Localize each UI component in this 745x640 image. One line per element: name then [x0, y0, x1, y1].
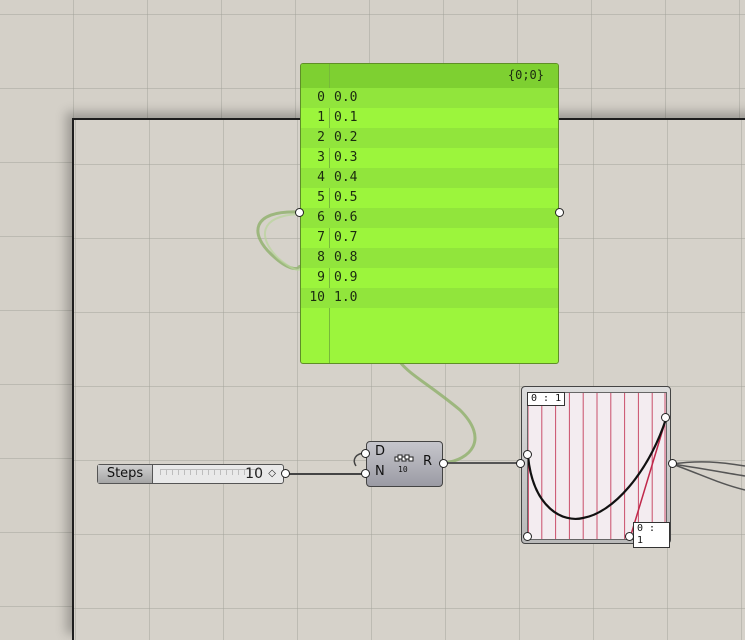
panel-row-index: 2 [317, 130, 325, 145]
panel-header[interactable]: {0;0} [301, 64, 558, 88]
panel-row-value: 0.4 [334, 170, 358, 185]
graph-input-grip[interactable] [516, 459, 525, 468]
range-input-d-label: D [375, 444, 386, 459]
panel-row-value: 0.8 [334, 250, 358, 265]
range-icon: 10 [394, 454, 414, 474]
graph-control-point-2[interactable] [625, 532, 634, 541]
panel-input-grip[interactable] [295, 208, 304, 217]
graph-output-grip[interactable] [668, 459, 677, 468]
panel-row: 7 0.7 [301, 228, 558, 248]
panel-row-index: 3 [317, 150, 325, 165]
panel-row-value: 0.9 [334, 270, 358, 285]
panel-row-value: 0.1 [334, 110, 358, 125]
panel-path-label: {0;0} [507, 68, 544, 82]
panel-row-value: 0.0 [334, 90, 358, 105]
panel-row: 5 0.5 [301, 188, 558, 208]
slider-diamond-icon[interactable]: ◇ [268, 465, 276, 483]
slider-value: 10 [245, 466, 263, 482]
panel-row-value: 0.6 [334, 210, 358, 225]
panel-row: 0 0.0 [301, 88, 558, 108]
graph-curve-svg [528, 393, 666, 539]
range-input-d-grip[interactable] [361, 449, 370, 458]
panel-row-value: 0.5 [334, 190, 358, 205]
graph-control-point-start[interactable] [523, 532, 532, 541]
panel-rows: 0 0.0 1 0.1 2 0.2 3 0.3 4 0.4 5 0.5 6 0.6 7 0.7 8 0.8 9 0.9… [301, 88, 558, 308]
panel-row-index: 7 [317, 230, 325, 245]
graph-domain-top-tag: 0 : 1 [527, 392, 566, 406]
range-output-r-label: R [422, 454, 432, 469]
panel-row: 6 0.6 [301, 208, 558, 228]
panel-row-index: 1 [317, 110, 325, 125]
panel-row-index: 6 [317, 210, 325, 225]
panel-row-value: 0.7 [334, 230, 358, 245]
range-input-n-label: N [375, 464, 385, 479]
panel-row-value: 1.0 [334, 290, 358, 305]
panel-row: 3 0.3 [301, 148, 558, 168]
panel-row: 2 0.2 [301, 128, 558, 148]
graph-control-point-end[interactable] [661, 413, 670, 422]
panel-row: 10 1.0 [301, 288, 558, 308]
slider-output-grip[interactable] [281, 469, 290, 478]
panel-row-index: 5 [317, 190, 325, 205]
panel-row: 9 0.9 [301, 268, 558, 288]
range-output-grip[interactable] [439, 459, 448, 468]
panel-row: 4 0.4 [301, 168, 558, 188]
graph-mapper-component[interactable]: 0 : 1 0 : 1 [521, 386, 671, 548]
number-slider[interactable]: Steps 10 ◇ [97, 464, 284, 484]
panel-row-index: 9 [317, 270, 325, 285]
range-icon-text: 10 [398, 465, 408, 474]
range-input-n-grip[interactable] [361, 469, 370, 478]
panel-row: 8 0.8 [301, 248, 558, 268]
range-component[interactable]: D N 10 R [366, 441, 443, 487]
panel-row-index: 10 [309, 290, 325, 305]
panel-row-value: 0.3 [334, 150, 358, 165]
panel-output-grip[interactable] [555, 208, 564, 217]
graph-control-point-1[interactable] [523, 450, 532, 459]
panel-row: 1 0.1 [301, 108, 558, 128]
panel-row-value: 0.2 [334, 130, 358, 145]
slider-label: Steps [98, 465, 153, 483]
panel-row-index: 8 [317, 250, 325, 265]
panel-component[interactable]: {0;0} 0 0.0 1 0.1 2 0.2 3 0.3 4 0.4 5 0.5 6 0.6 7 0.7 8 0… [300, 63, 559, 364]
panel-row-index: 0 [317, 90, 325, 105]
graph-area[interactable] [527, 392, 667, 540]
graph-domain-bottom-tag: 0 : 1 [633, 522, 670, 548]
panel-row-index: 4 [317, 170, 325, 185]
